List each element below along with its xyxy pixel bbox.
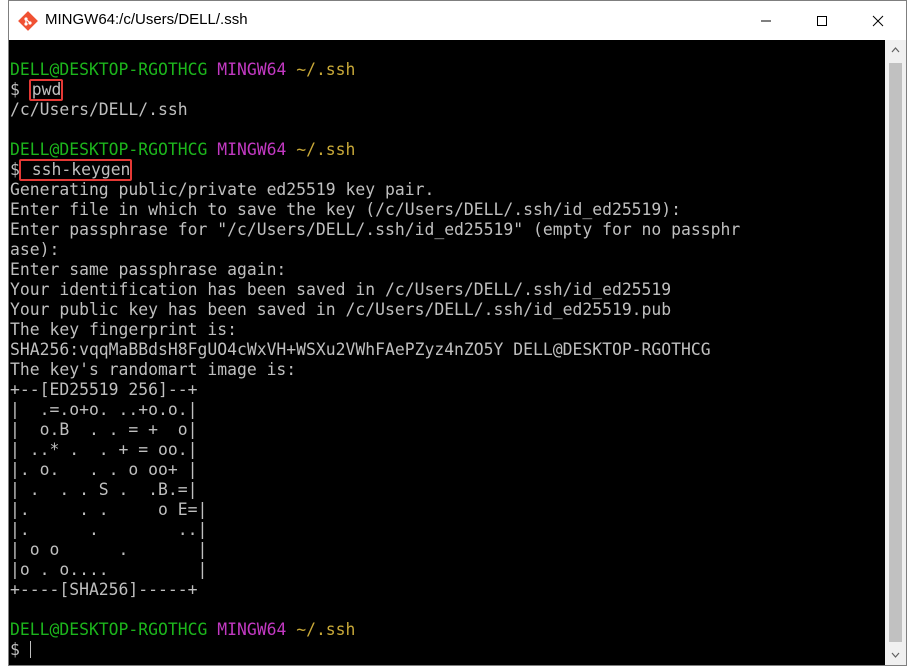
prompt-line: DELL@DESKTOP-RGOTHCG MINGW64 ~/.ssh xyxy=(10,620,885,640)
shell-name: MINGW64 xyxy=(217,140,287,159)
shell-name: MINGW64 xyxy=(217,620,287,639)
command-line: $ pwd xyxy=(10,79,885,101)
input-line[interactable]: $ xyxy=(10,640,885,660)
current-path: ~/.ssh xyxy=(296,60,356,79)
vertical-scrollbar[interactable] xyxy=(885,40,906,665)
prompt-line: DELL@DESKTOP-RGOTHCG MINGW64 ~/.ssh xyxy=(10,140,885,160)
output-line: Enter passphrase for "/c/Users/DELL/.ssh… xyxy=(10,220,741,239)
scroll-down-arrow-icon[interactable] xyxy=(885,644,906,665)
prompt-line: DELL@DESKTOP-RGOTHCG MINGW64 ~/.ssh xyxy=(10,60,885,80)
scroll-up-arrow-icon[interactable] xyxy=(885,40,906,61)
prompt-dollar: $ xyxy=(10,640,20,659)
output-line: Your public key has been saved in /c/Use… xyxy=(10,300,672,319)
maximize-icon xyxy=(817,15,827,26)
command-line: $ ssh-keygen xyxy=(10,159,885,181)
output-line: Generating public/private ed25519 key pa… xyxy=(10,180,435,199)
output-line: |. . . o E=| xyxy=(10,500,208,519)
close-button[interactable] xyxy=(850,1,906,40)
output-line: The key fingerprint is: xyxy=(10,320,237,339)
close-icon xyxy=(872,15,884,26)
current-path: ~/.ssh xyxy=(296,140,356,159)
highlighted-command-pwd: pwd xyxy=(28,79,64,101)
window-title: MINGW64:/c/Users/DELL/.ssh xyxy=(45,11,248,28)
output-line: The key's randomart image is: xyxy=(10,360,297,379)
output-line: |. o. . . o oo+ | xyxy=(10,460,198,479)
user-host: DELL@DESKTOP-RGOTHCG xyxy=(10,620,208,639)
user-host: DELL@DESKTOP-RGOTHCG xyxy=(10,140,208,159)
git-bash-icon xyxy=(18,11,38,31)
output-line: Enter file in which to save the key (/c/… xyxy=(10,200,682,219)
output-line: Your identification has been saved in /c… xyxy=(10,280,672,299)
keygen-output: Generating public/private ed25519 key pa… xyxy=(10,180,885,600)
output-line: | ..* . . + = oo.| xyxy=(10,440,198,459)
output-line: | o.B . . = + o| xyxy=(10,420,198,439)
output-line: Enter same passphrase again: xyxy=(10,260,287,279)
output-line: /c/Users/DELL/.ssh xyxy=(10,100,188,119)
highlighted-command-ssh-keygen: ssh-keygen xyxy=(18,159,133,181)
output-line: |. . ..| xyxy=(10,520,208,539)
output-line: | o o . | xyxy=(10,540,208,559)
terminal-output[interactable]: DELL@DESKTOP-RGOTHCG MINGW64 ~/.ssh $ pw… xyxy=(9,40,885,665)
command-text: ssh-keygen xyxy=(31,160,131,179)
output-line: ase): xyxy=(10,240,60,259)
text-cursor xyxy=(29,641,31,658)
output-line: | .=.o+o. ..+o.o.| xyxy=(10,400,198,419)
output-line: +--[ED25519 256]--+ xyxy=(10,380,198,399)
title-bar[interactable]: MINGW64:/c/Users/DELL/.ssh xyxy=(9,1,906,40)
prompt-dollar: $ xyxy=(10,80,20,99)
output-line: |o . o.... | xyxy=(10,560,208,579)
output-line: +----[SHA256]-----+ xyxy=(10,580,198,599)
output-line: | . . . S . .B.=| xyxy=(10,480,198,499)
shell-name: MINGW64 xyxy=(217,60,287,79)
scroll-thumb[interactable] xyxy=(889,63,902,642)
minimize-button[interactable] xyxy=(738,1,794,40)
maximize-button[interactable] xyxy=(794,1,850,40)
user-host: DELL@DESKTOP-RGOTHCG xyxy=(10,60,208,79)
output-line: SHA256:vqqMaBBdsH8FgUO4cWxVH+WSXu2VWhFAe… xyxy=(10,340,711,359)
terminal-window: MINGW64:/c/Users/DELL/.ssh DELL@DESKTOP-… xyxy=(8,0,907,666)
minimize-icon xyxy=(761,20,771,21)
current-path: ~/.ssh xyxy=(296,620,356,639)
